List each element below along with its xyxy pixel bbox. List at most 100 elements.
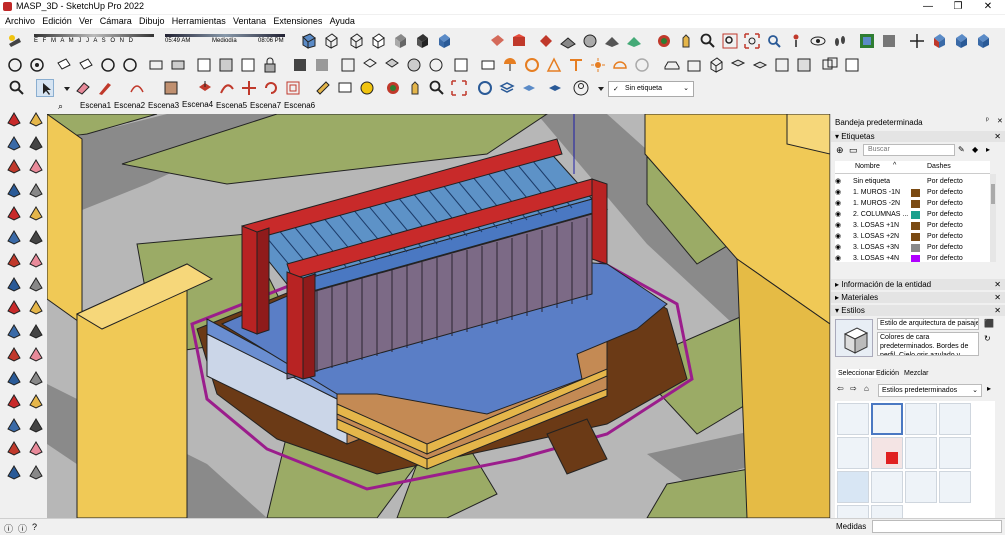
style-thumbnail[interactable] [905,437,937,469]
layers-stack-icon[interactable] [498,79,516,97]
eye-icon[interactable]: ◉ [835,176,845,187]
style-thumbnail[interactable] [939,437,971,469]
col-dashes[interactable]: Dashes [927,163,951,170]
style-thumbnail[interactable] [837,403,869,435]
component-icon[interactable] [28,56,46,74]
wireframe-icon[interactable] [347,32,365,50]
tag-color-swatch[interactable] [911,222,920,230]
pin-icon[interactable]: ᵖ [986,117,989,124]
tab-escena4[interactable]: Escena4 [182,100,213,109]
menu-dibujo[interactable]: Dibujo [139,15,165,28]
layers-icon[interactable] [729,56,747,74]
forward-arrow-icon[interactable]: ⇨ [850,384,857,393]
table-row[interactable]: ◉ 3. LOSAS +3N Por defecto [835,242,990,253]
explode-icon[interactable] [843,56,861,74]
3d-warehouse-icon[interactable] [510,32,528,50]
sandbox-blue-icon[interactable] [520,79,538,97]
measures-input[interactable] [872,520,1002,533]
panel-styles-close-icon[interactable]: ✕ [994,305,1001,316]
shaded-textures-icon[interactable] [413,32,431,50]
car-icon[interactable] [663,56,681,74]
select-icon[interactable] [5,110,23,128]
zoom-window-icon[interactable] [721,32,739,50]
minimize-button[interactable]: — [913,0,943,14]
rotated-rect-icon[interactable] [27,204,45,222]
tag-search-input[interactable]: Buscar [863,144,955,156]
lock-icon[interactable] [261,56,279,74]
info-icon[interactable]: ⓘ [4,522,13,535]
eye-icon[interactable]: ◉ [835,231,845,242]
section-plane-icon[interactable] [27,369,45,387]
style-thumbnail[interactable] [837,437,869,469]
panel-materials-header[interactable]: ▸ Materiales ✕ [831,292,1005,303]
add-folder-icon[interactable]: ▭ [849,145,858,156]
component-icon[interactable] [5,157,23,175]
eye-icon[interactable]: ◉ [835,253,845,262]
materials-icon[interactable] [488,32,506,50]
xray-icon[interactable] [300,32,318,50]
select-dropdown-icon[interactable] [58,79,70,97]
style-thumbnail[interactable] [871,505,903,518]
tag-color-swatch[interactable] [911,200,920,208]
table-row[interactable]: ◉ 1. MUROS -2N Por defecto [835,198,990,209]
menu-ayuda[interactable]: Ayuda [330,15,355,28]
style-thumbnail[interactable] [871,471,903,503]
pan-icon[interactable] [677,32,695,50]
scene-search-icon[interactable]: ⌕ [58,101,63,112]
style-thumbnail[interactable] [939,471,971,503]
create-style-icon[interactable]: ⬛ [984,319,994,328]
pan-icon[interactable] [27,392,45,410]
paint-icon[interactable] [358,79,376,97]
camera-icon[interactable] [452,56,470,74]
tag-color-swatch[interactable] [911,255,920,262]
add-tag-icon[interactable]: ⊕ [836,145,844,156]
account-icon[interactable] [572,79,590,97]
tape-icon[interactable] [27,157,45,175]
tab-escena3[interactable]: Escena3 [148,101,179,110]
menu-ver[interactable]: Ver [79,15,93,28]
outer-shell-icon[interactable] [121,56,139,74]
section-display-icon[interactable] [313,56,331,74]
orbit2-icon[interactable] [5,392,23,410]
zoom-extents-icon[interactable] [5,439,23,457]
move-icon[interactable] [5,298,23,316]
eye-icon[interactable]: ◉ [835,209,845,220]
tab-edicion[interactable]: Edición [876,370,899,377]
extension-manager-icon[interactable] [546,79,564,97]
dimension-icon[interactable] [5,345,23,363]
pencil-icon[interactable] [96,79,114,97]
tag-list-scrollbar[interactable] [990,174,996,262]
tag-color-swatch[interactable] [911,189,920,197]
position-camera-icon[interactable] [787,32,805,50]
axes-icon[interactable] [5,369,23,387]
offset-icon[interactable] [27,322,45,340]
tab-seleccionar[interactable]: Seleccionar [836,369,877,378]
col-nombre[interactable]: Nombre [855,163,880,170]
add-detail-icon[interactable] [405,56,423,74]
table-row[interactable]: ◉ 3. LOSAS +4N Por defecto [835,253,990,262]
tag-color-swatch[interactable] [911,211,920,219]
flip-icon[interactable] [427,56,445,74]
style-thumbnail[interactable] [939,403,971,435]
warehouse-icon[interactable] [476,79,494,97]
polygon-icon[interactable] [27,228,45,246]
zoom-icon[interactable] [5,416,23,434]
back-edges-icon[interactable] [322,32,340,50]
adv-camera-icon[interactable] [479,56,497,74]
panel-etiquetas-header[interactable]: ▾ Etiquetas ✕ [831,131,1005,142]
eraser-icon[interactable] [74,79,92,97]
rotate-icon[interactable] [27,298,45,316]
text-icon[interactable] [27,345,45,363]
credit-icon[interactable]: ⓘ [18,522,27,535]
intersect-icon[interactable] [147,56,165,74]
style-thumbnail[interactable] [905,403,937,435]
split-icon[interactable] [239,56,257,74]
walk-icon[interactable] [831,32,849,50]
cube-icon[interactable] [707,56,725,74]
tab-escena1[interactable]: Escena1 [80,101,111,110]
zoom-window-icon[interactable] [27,416,45,434]
details-icon[interactable]: ▸ [987,384,991,393]
style-thumbnail[interactable] [837,471,869,503]
stamp-icon[interactable] [581,32,599,50]
panel-materials-close-icon[interactable]: ✕ [994,292,1001,303]
